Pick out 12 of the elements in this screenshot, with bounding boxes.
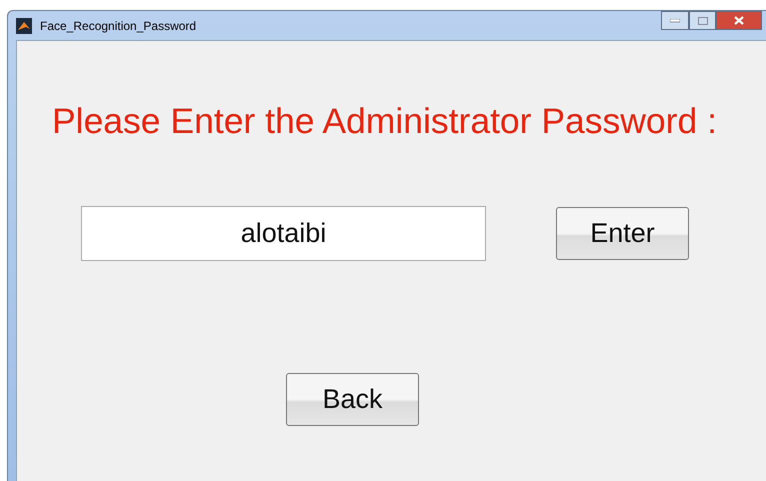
app-logo-icon: [16, 18, 32, 34]
close-button[interactable]: [716, 11, 762, 30]
minimize-button[interactable]: [661, 11, 689, 30]
enter-button[interactable]: Enter: [556, 207, 689, 260]
password-field[interactable]: alotaibi: [81, 206, 486, 261]
minimize-icon: [670, 18, 680, 22]
window-title: Face_Recognition_Password: [40, 18, 196, 32]
maximize-icon: [698, 16, 708, 24]
back-button[interactable]: Back: [286, 373, 419, 426]
maximize-button[interactable]: [689, 11, 716, 30]
prompt-text: Please Enter the Administrator Password :: [52, 101, 718, 142]
close-icon: [734, 16, 744, 25]
